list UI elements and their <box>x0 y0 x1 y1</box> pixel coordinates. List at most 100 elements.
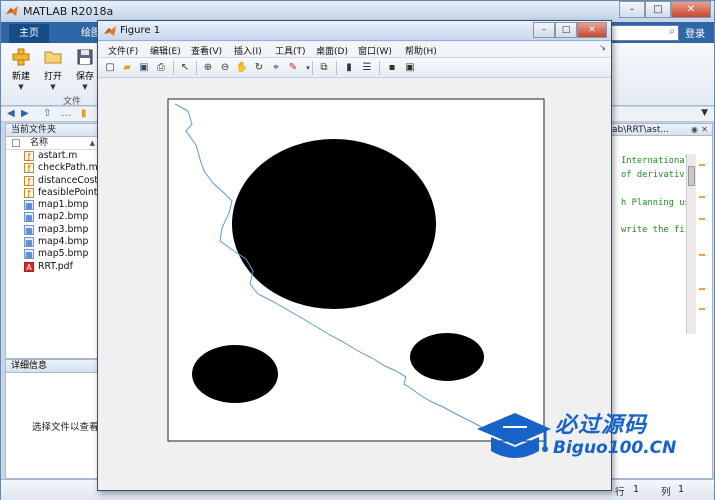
warning-marker[interactable] <box>699 308 705 310</box>
maximize-button[interactable]: □ <box>645 1 671 18</box>
row-value: 1 <box>633 484 640 495</box>
image-file-icon: ▦ <box>24 237 34 248</box>
link-plot-icon[interactable]: ⧉ <box>317 61 331 75</box>
menu-window[interactable]: 窗口(W) <box>358 44 392 57</box>
obstacle-large[interactable] <box>232 139 436 309</box>
file-name: checkPath.m <box>38 162 98 174</box>
tab-home[interactable]: 主页 <box>9 24 49 43</box>
code-line: International <box>621 156 690 166</box>
current-folder-header: 当前文件夹 <box>6 124 99 137</box>
new-figure-icon[interactable]: ▢ <box>103 61 117 75</box>
figure-titlebar[interactable]: Figure 1 – □ ✕ <box>98 21 611 41</box>
toolbar-separator <box>379 61 380 75</box>
figure-window-controls: – □ ✕ <box>533 22 607 38</box>
back-icon[interactable]: ◀ <box>7 108 15 119</box>
m-file-icon: ƒ <box>24 151 34 161</box>
file-list-item[interactable]: ƒ checkPath.m <box>6 162 99 174</box>
warning-markers <box>698 158 708 338</box>
toolbar-separator <box>196 61 197 75</box>
matlab-window-controls: – □ ✕ <box>619 1 711 19</box>
file-list-item[interactable]: ▦ map4.bmp <box>6 236 99 248</box>
file-list-item[interactable]: A RRT.pdf <box>6 261 99 273</box>
file-list-item[interactable]: ▦ map2.bmp <box>6 211 99 223</box>
zoom-out-icon[interactable]: ⊖ <box>218 61 232 75</box>
menu-tools[interactable]: 工具(T) <box>275 44 306 57</box>
file-name: map4.bmp <box>38 236 89 248</box>
login-button[interactable]: 登录 <box>685 25 705 40</box>
editor-scrollbar[interactable] <box>686 154 696 334</box>
file-list-item[interactable]: ▦ map1.bmp <box>6 199 99 211</box>
new-button[interactable]: 新建 ▼ <box>7 47 35 92</box>
menu-help[interactable]: 帮助(H) <box>405 44 437 57</box>
obstacle-small-right[interactable] <box>410 333 484 381</box>
file-list-item[interactable]: ▦ map3.bmp <box>6 224 99 236</box>
details-panel: 详细信息 选择文件以查看详细信息 <box>5 359 137 479</box>
close-icon[interactable]: ✕ <box>701 124 708 136</box>
up-folder-icon[interactable]: ⇧ <box>43 108 51 119</box>
minimize-button[interactable]: – <box>619 1 645 18</box>
insert-legend-icon[interactable]: ☰ <box>360 61 374 75</box>
file-list-item[interactable]: ▦ map5.bmp <box>6 248 99 260</box>
name-column-header[interactable]: 名称 ▲ <box>6 137 99 150</box>
warning-marker[interactable] <box>699 288 705 290</box>
warning-marker[interactable] <box>699 254 705 256</box>
maximize-button[interactable]: □ <box>555 22 577 38</box>
search-icon[interactable]: ⌕ <box>669 26 675 37</box>
file-name: feasiblePoint.m <box>38 186 99 198</box>
watermark-english-text: Biguo100.CN <box>553 438 677 458</box>
sort-arrow-icon[interactable]: ▲ <box>90 137 95 150</box>
warning-marker[interactable] <box>699 218 705 220</box>
file-list-item[interactable]: ƒ astart.m <box>6 150 99 162</box>
save-figure-icon[interactable]: ▣ <box>137 61 151 75</box>
warning-marker[interactable] <box>699 164 705 166</box>
chevron-down-icon[interactable]: ▼ <box>82 83 87 91</box>
zoom-in-icon[interactable]: ⊕ <box>201 61 215 75</box>
new-label: 新建 <box>11 72 30 82</box>
rotate-3d-icon[interactable]: ↻ <box>252 61 266 75</box>
minimize-button[interactable]: – <box>533 22 555 38</box>
chevron-down-icon[interactable]: ▼ <box>50 83 55 91</box>
print-icon[interactable]: ⎙ <box>154 61 168 75</box>
close-button[interactable]: ✕ <box>671 1 711 18</box>
warning-marker[interactable] <box>699 196 705 198</box>
graduation-cap-logo-icon <box>477 413 551 458</box>
file-name: map2.bmp <box>38 211 89 223</box>
file-list-item[interactable]: ƒ feasiblePoint.m <box>6 187 99 199</box>
insert-colorbar-icon[interactable]: ▮ <box>342 61 356 75</box>
undock-icon[interactable]: ◉ <box>691 124 698 136</box>
data-cursor-icon[interactable]: ⌖ <box>269 61 283 75</box>
open-button[interactable]: 打开 ▼ <box>39 47 67 92</box>
m-file-icon: ƒ <box>24 175 34 186</box>
select-all-checkbox[interactable] <box>12 139 20 147</box>
hide-plot-tools-icon[interactable]: ▪ <box>385 61 399 75</box>
forward-icon[interactable]: ▶ <box>21 108 29 119</box>
scrollbar-thumb[interactable] <box>688 166 695 186</box>
path-dropdown-icon[interactable]: ▼ <box>701 108 708 118</box>
show-plot-tools-icon[interactable]: ▣ <box>403 61 417 75</box>
pan-hand-icon[interactable]: ✋ <box>235 61 249 75</box>
browse-folder-icon[interactable]: … <box>61 108 71 119</box>
m-file-icon: ƒ <box>24 163 34 174</box>
brush-icon[interactable]: ✎ <box>286 61 300 75</box>
toolbar-separator <box>173 61 174 75</box>
m-file-icon: ƒ <box>24 187 34 198</box>
menu-insert[interactable]: 插入(I) <box>234 44 262 57</box>
select-arrow-icon[interactable]: ↖ <box>178 61 192 75</box>
chevron-down-icon[interactable]: ▼ <box>18 83 23 91</box>
menu-view[interactable]: 查看(V) <box>191 44 222 57</box>
matlab-title: MATLAB R2018a <box>23 5 114 18</box>
obstacle-small-left[interactable] <box>192 345 278 403</box>
file-name: map1.bmp <box>38 199 89 211</box>
close-button[interactable]: ✕ <box>577 22 607 38</box>
menu-edit[interactable]: 编辑(E) <box>150 44 181 57</box>
open-file-icon[interactable]: ▰ <box>120 61 134 75</box>
editor-path-header: ab\RRT\ast... ◉ ✕ <box>608 124 712 136</box>
watermark-chinese-text: 必过源码 <box>555 413 648 438</box>
menu-file[interactable]: 文件(F) <box>108 44 138 57</box>
documentation-search-input[interactable]: ⌕ <box>611 25 679 41</box>
path-segment-icon[interactable]: ▮ <box>81 108 87 119</box>
menubar-grip-icon[interactable]: ↘ <box>599 43 606 52</box>
save-button[interactable]: 保存 ▼ <box>71 47 99 92</box>
menu-desktop[interactable]: 桌面(D) <box>316 44 348 57</box>
file-list-item[interactable]: ƒ distanceCost.m <box>6 175 99 187</box>
